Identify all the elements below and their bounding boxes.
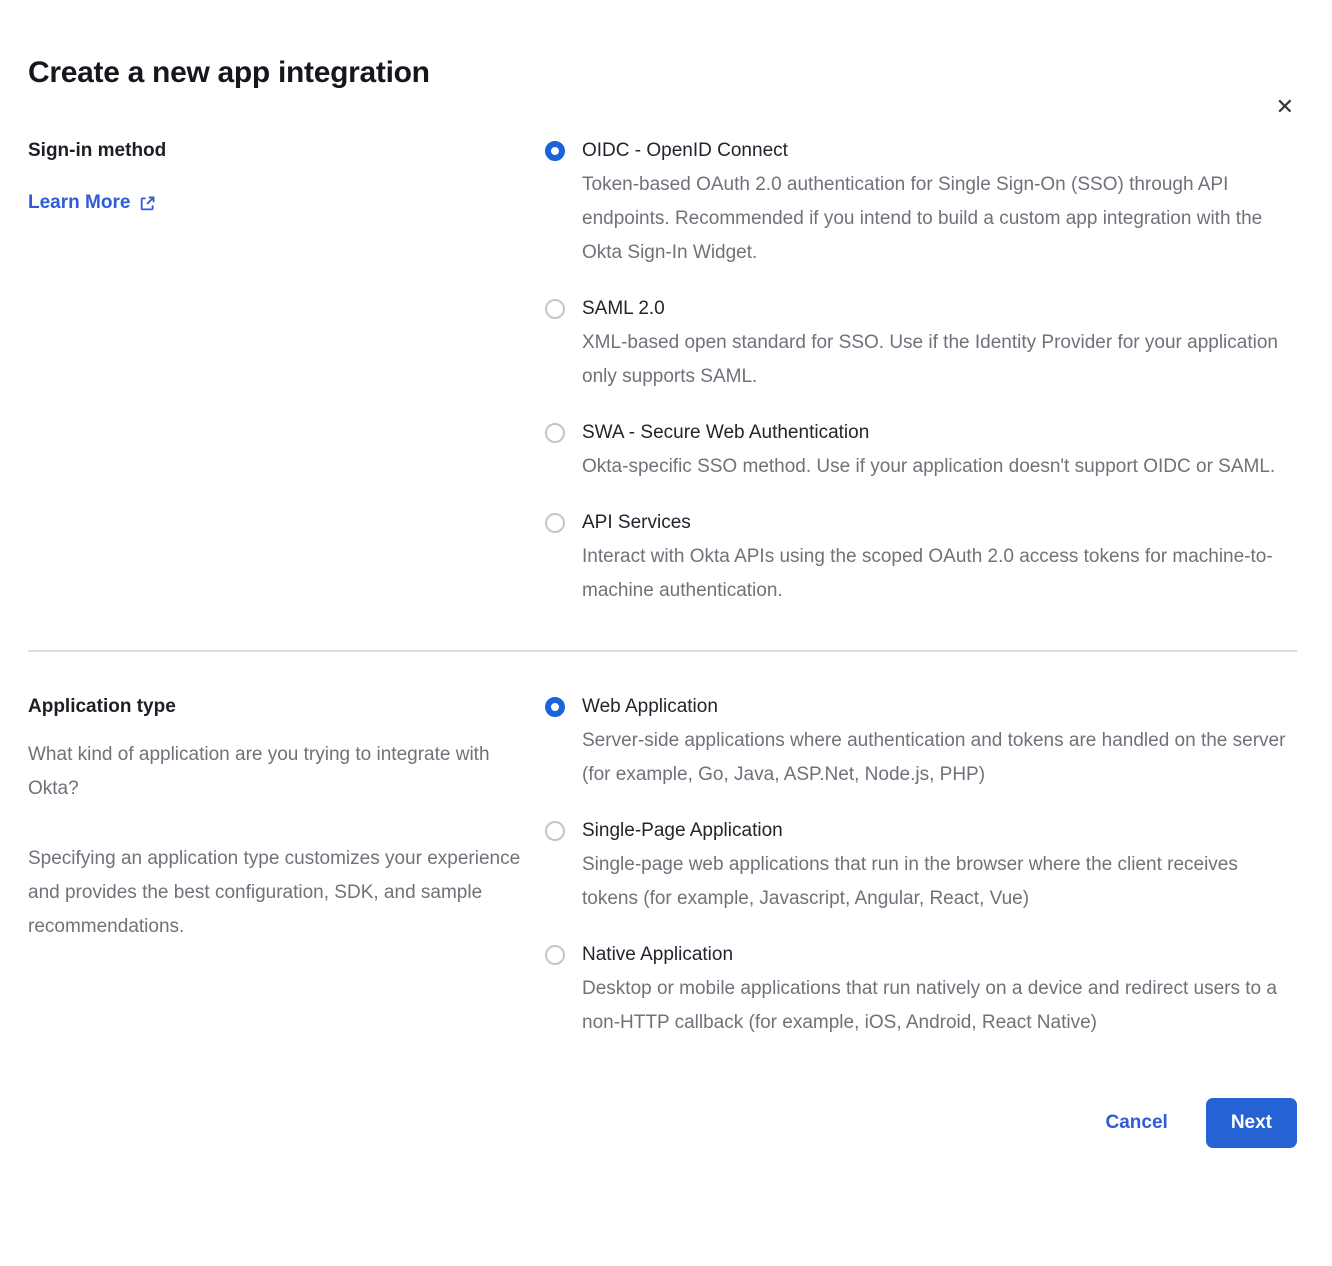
radio-option-api-services[interactable]: API Services Interact with Okta APIs usi… [545, 506, 1297, 608]
application-type-options: Web Application Server-side applications… [545, 690, 1297, 1062]
option-description-web-application: Server-side applications where authentic… [582, 724, 1297, 792]
signin-method-label: Sign-in method [28, 136, 521, 166]
radio-option-oidc[interactable]: OIDC - OpenID Connect Token-based OAuth … [545, 134, 1297, 270]
radio-icon-web-application[interactable] [545, 697, 565, 717]
option-description-oidc: Token-based OAuth 2.0 authentication for… [582, 168, 1297, 270]
option-label-saml: SAML 2.0 [582, 292, 1297, 326]
option-description-saml: XML-based open standard for SSO. Use if … [582, 326, 1297, 394]
option-label-oidc: OIDC - OpenID Connect [582, 134, 1297, 168]
radio-icon-saml[interactable] [545, 299, 565, 319]
page-title: Create a new app integration [28, 56, 1297, 90]
radio-icon-oidc[interactable] [545, 141, 565, 161]
close-icon[interactable]: ✕ [1272, 92, 1298, 122]
next-button[interactable]: Next [1206, 1098, 1297, 1148]
create-app-integration-dialog: ✕ Create a new app integration Sign-in m… [0, 56, 1332, 1266]
learn-more-label: Learn More [28, 192, 130, 214]
cancel-button[interactable]: Cancel [1106, 1112, 1168, 1134]
radio-option-saml[interactable]: SAML 2.0 XML-based open standard for SSO… [545, 292, 1297, 394]
radio-option-web-application[interactable]: Web Application Server-side applications… [545, 690, 1297, 792]
radio-icon-single-page-application[interactable] [545, 821, 565, 841]
option-label-web-application: Web Application [582, 690, 1297, 724]
radio-option-single-page-application[interactable]: Single-Page Application Single-page web … [545, 814, 1297, 916]
signin-method-section: Sign-in method Learn More OIDC - OpenID … [28, 134, 1297, 630]
signin-method-options: OIDC - OpenID Connect Token-based OAuth … [545, 134, 1297, 630]
application-type-left-column: Application type What kind of applicatio… [28, 690, 545, 944]
learn-more-link[interactable]: Learn More [28, 192, 156, 214]
option-label-native-application: Native Application [582, 938, 1297, 972]
option-description-api-services: Interact with Okta APIs using the scoped… [582, 540, 1297, 608]
option-description-single-page-application: Single-page web applications that run in… [582, 848, 1297, 916]
option-label-single-page-application: Single-Page Application [582, 814, 1297, 848]
dialog-footer: Cancel Next [28, 1098, 1297, 1148]
option-label-swa: SWA - Secure Web Authentication [582, 416, 1297, 450]
application-type-section: Application type What kind of applicatio… [28, 690, 1297, 1062]
radio-icon-native-application[interactable] [545, 945, 565, 965]
radio-option-native-application[interactable]: Native Application Desktop or mobile app… [545, 938, 1297, 1040]
option-description-native-application: Desktop or mobile applications that run … [582, 972, 1297, 1040]
option-description-swa: Okta-specific SSO method. Use if your ap… [582, 450, 1297, 484]
application-type-description-2: Specifying an application type customize… [28, 842, 521, 944]
option-label-api-services: API Services [582, 506, 1297, 540]
application-type-description-1: What kind of application are you trying … [28, 738, 521, 806]
radio-option-swa[interactable]: SWA - Secure Web Authentication Okta-spe… [545, 416, 1297, 484]
signin-method-left-column: Sign-in method Learn More [28, 134, 545, 214]
section-divider [28, 650, 1297, 652]
radio-icon-api-services[interactable] [545, 513, 565, 533]
application-type-label: Application type [28, 692, 521, 722]
external-link-icon [139, 195, 156, 212]
radio-icon-swa[interactable] [545, 423, 565, 443]
